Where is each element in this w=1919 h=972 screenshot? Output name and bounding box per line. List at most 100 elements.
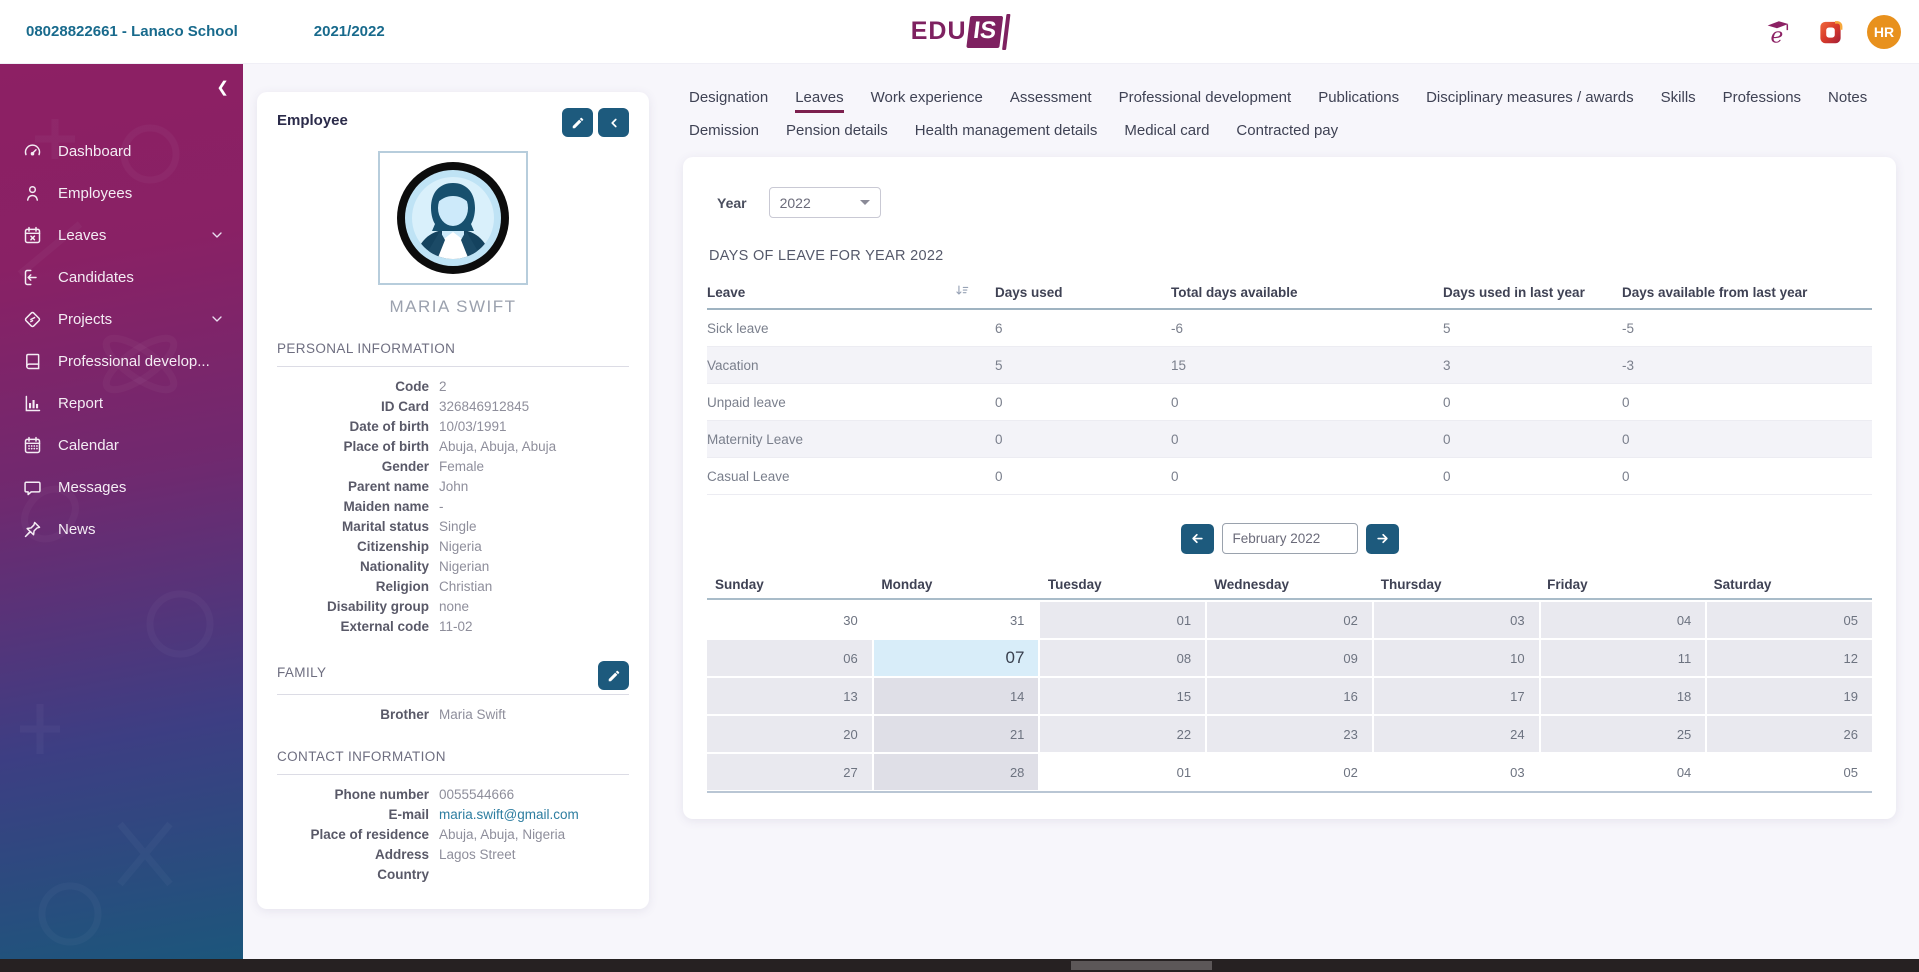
calendar-day-cell[interactable]: 19 <box>1707 678 1872 714</box>
previous-month-button[interactable] <box>1181 524 1214 554</box>
sort-icon[interactable] <box>955 284 969 300</box>
calendar-day-cell[interactable]: 02 <box>1207 754 1372 790</box>
leave-table-cell: 3 <box>1443 358 1622 373</box>
calendar-day-cell[interactable]: 21 <box>874 716 1039 752</box>
sidebar-item-report[interactable]: Report <box>0 382 243 424</box>
calendar-day-cell[interactable]: 05 <box>1707 602 1872 638</box>
edit-employee-button[interactable] <box>562 108 593 137</box>
column-header-leave[interactable]: Leave <box>707 284 995 300</box>
calendar-day-cell[interactable]: 31 <box>874 602 1039 638</box>
tab-professional-development[interactable]: Professional development <box>1119 89 1292 113</box>
sidebar-collapse-icon[interactable]: ❮ <box>216 78 229 96</box>
report-icon <box>20 391 44 415</box>
field-row: Marital statusSingle <box>277 517 629 537</box>
sidebar-item-professional-develop[interactable]: Professional develop... <box>0 340 243 382</box>
calendar-day-cell[interactable]: 16 <box>1207 678 1372 714</box>
field-row: Phone number0055544666 <box>277 785 629 805</box>
calendar-day-cell[interactable]: 26 <box>1707 716 1872 752</box>
email-link[interactable]: maria.swift@gmail.com <box>439 805 629 825</box>
user-avatar[interactable]: HR <box>1867 15 1901 49</box>
tab-professions[interactable]: Professions <box>1723 89 1801 113</box>
leave-table-cell: 0 <box>1171 432 1443 447</box>
sidebar-item-leaves[interactable]: Leaves <box>0 214 243 256</box>
calendar-day-cell[interactable]: 30 <box>707 602 872 638</box>
tab-health-management-details[interactable]: Health management details <box>915 122 1098 146</box>
school-selector[interactable]: 08028822661 - Lanaco School <box>26 23 238 40</box>
calendar-day-cell[interactable]: 09 <box>1207 640 1372 676</box>
calendar-day-cell[interactable]: 03 <box>1374 602 1539 638</box>
tab-disciplinary-measures-awards[interactable]: Disciplinary measures / awards <box>1426 89 1634 113</box>
edit-family-button[interactable] <box>598 661 629 690</box>
tab-publications[interactable]: Publications <box>1318 89 1399 113</box>
calendar-day-cell[interactable]: 13 <box>707 678 872 714</box>
employee-photo <box>378 151 528 285</box>
calendar-day-cell[interactable]: 17 <box>1374 678 1539 714</box>
field-value: Maria Swift <box>439 705 629 725</box>
office-365-icon[interactable] <box>1814 16 1846 48</box>
next-month-button[interactable] <box>1366 524 1399 554</box>
eduis-app-icon[interactable]: e <box>1761 16 1793 48</box>
calendar-day-cell[interactable]: 10 <box>1374 640 1539 676</box>
back-button[interactable] <box>598 108 629 137</box>
calendar-day-cell[interactable]: 25 <box>1541 716 1706 752</box>
calendar-day-cell[interactable]: 23 <box>1207 716 1372 752</box>
sidebar-item-news[interactable]: News <box>0 508 243 550</box>
calendar-day-cell[interactable]: 12 <box>1707 640 1872 676</box>
calendar-day-cell[interactable]: 01 <box>1040 602 1205 638</box>
messages-icon <box>20 475 44 499</box>
tab-contracted-pay[interactable]: Contracted pay <box>1236 122 1338 146</box>
section-title-contact: CONTACT INFORMATION <box>277 749 629 775</box>
calendar-day-cell[interactable]: 14 <box>874 678 1039 714</box>
calendar-day-cell[interactable]: 15 <box>1040 678 1205 714</box>
sidebar-item-employees[interactable]: Employees <box>0 172 243 214</box>
column-header-days-used-in-last-year[interactable]: Days used in last year <box>1443 285 1622 300</box>
horizontal-scrollbar-thumb[interactable] <box>1071 961 1212 970</box>
month-input[interactable] <box>1222 523 1358 554</box>
sidebar-item-dashboard[interactable]: Dashboard <box>0 130 243 172</box>
calendar-day-cell[interactable]: 28 <box>874 754 1039 790</box>
tab-work-experience[interactable]: Work experience <box>871 89 983 113</box>
calendar-day-cell[interactable]: 27 <box>707 754 872 790</box>
sidebar-item-messages[interactable]: Messages <box>0 466 243 508</box>
horizontal-scrollbar[interactable] <box>0 959 1919 972</box>
tab-medical-card[interactable]: Medical card <box>1124 122 1209 146</box>
year-select[interactable]: 2022 <box>769 187 881 218</box>
field-row: Code2 <box>277 377 629 397</box>
tab-demission[interactable]: Demission <box>689 122 759 146</box>
tab-pension-details[interactable]: Pension details <box>786 122 888 146</box>
tab-skills[interactable]: Skills <box>1661 89 1696 113</box>
employee-tabs: Designation Leaves Work experience Assessme… <box>689 84 1896 150</box>
sidebar-item-label: Projects <box>58 311 112 328</box>
calendar-day-cell[interactable]: 03 <box>1374 754 1539 790</box>
tab-leaves[interactable]: Leaves <box>795 89 843 113</box>
calendar-day-cell[interactable]: 08 <box>1040 640 1205 676</box>
tab-assessment[interactable]: Assessment <box>1010 89 1092 113</box>
sidebar: ❮ DashboardEmployeesLeavesCandidates Proj… <box>0 64 243 959</box>
tab-notes[interactable]: Notes <box>1828 89 1867 113</box>
column-header-total-days-available[interactable]: Total days available <box>1171 285 1443 300</box>
calendar-day-cell[interactable]: 11 <box>1541 640 1706 676</box>
field-value: John <box>439 477 629 497</box>
column-header-days-used[interactable]: Days used <box>995 285 1171 300</box>
calendar-day-cell[interactable]: 18 <box>1541 678 1706 714</box>
calendar-day-selected[interactable]: 07 <box>874 640 1039 676</box>
calendar-day-cell[interactable]: 06 <box>707 640 872 676</box>
column-header-days-available-from-last-year[interactable]: Days available from last year <box>1622 285 1872 300</box>
school-year-selector[interactable]: 2021/2022 <box>314 23 385 40</box>
calendar-day-cell[interactable]: 02 <box>1207 602 1372 638</box>
calendar-day-cell[interactable]: 04 <box>1541 602 1706 638</box>
leave-table-row: Maternity Leave0000 <box>707 421 1872 458</box>
personal-fields: Code2ID Card326846912845Date of birth10/… <box>277 377 629 637</box>
calendar-day-cell[interactable]: 05 <box>1707 754 1872 790</box>
sidebar-item-candidates[interactable]: Candidates <box>0 256 243 298</box>
sidebar-item-projects[interactable]: Projects <box>0 298 243 340</box>
calendar-day-cell[interactable]: 20 <box>707 716 872 752</box>
employee-name: MARIA SWIFT <box>277 297 629 317</box>
calendar-day-cell[interactable]: 04 <box>1541 754 1706 790</box>
dashboard-icon <box>20 139 44 163</box>
calendar-day-cell[interactable]: 22 <box>1040 716 1205 752</box>
calendar-day-cell[interactable]: 24 <box>1374 716 1539 752</box>
calendar-day-cell[interactable]: 01 <box>1040 754 1205 790</box>
tab-designation[interactable]: Designation <box>689 89 768 113</box>
sidebar-item-calendar[interactable]: Calendar <box>0 424 243 466</box>
